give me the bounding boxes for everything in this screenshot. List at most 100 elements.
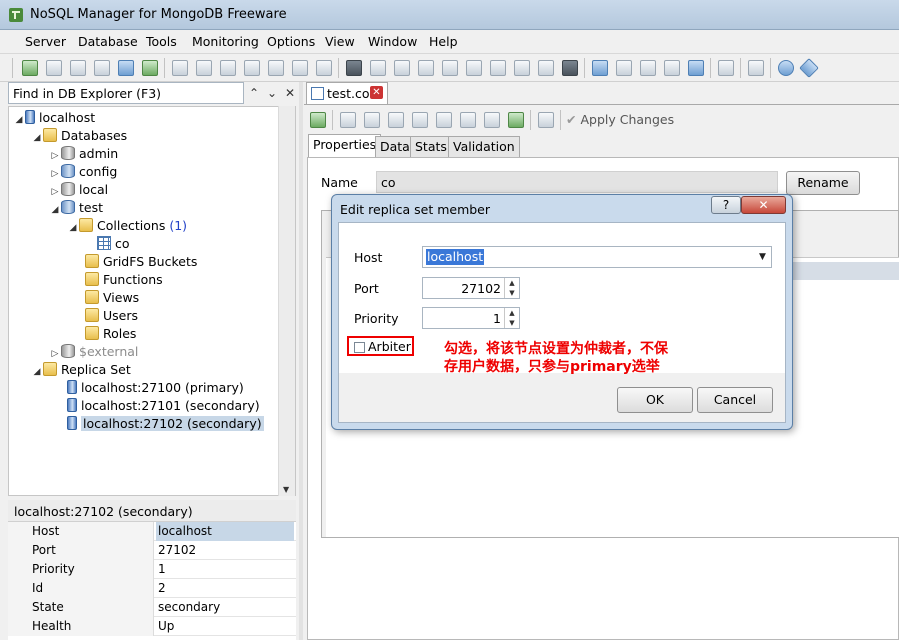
backup-icon[interactable] bbox=[538, 60, 554, 76]
spin-arrows-icon[interactable]: ▲ ▼ bbox=[504, 278, 519, 298]
name-field[interactable]: co bbox=[376, 171, 778, 193]
tree-item-views[interactable]: Views bbox=[73, 289, 139, 307]
tab-data[interactable]: Data bbox=[375, 136, 415, 158]
menu-tools[interactable]: Tools bbox=[144, 34, 179, 49]
ok-button[interactable]: OK bbox=[617, 387, 693, 413]
gear-icon[interactable] bbox=[538, 112, 554, 128]
move-icon[interactable] bbox=[484, 112, 500, 128]
connect-icon[interactable] bbox=[94, 60, 110, 76]
tab-properties[interactable]: Properties bbox=[308, 134, 382, 158]
menu-view[interactable]: View bbox=[323, 34, 357, 49]
find-close-button[interactable]: ✕ bbox=[282, 84, 298, 102]
menu-options[interactable]: Options bbox=[265, 34, 317, 49]
collapse-icon[interactable]: ◢ bbox=[31, 363, 43, 381]
tree-scrollbar[interactable]: ▼ bbox=[278, 106, 295, 496]
shell-icon[interactable] bbox=[346, 60, 362, 76]
property-row[interactable]: Health Up bbox=[8, 617, 296, 636]
tree-item-roles[interactable]: Roles bbox=[73, 325, 136, 343]
port-spinner[interactable]: 27102 ▲ ▼ bbox=[422, 277, 520, 299]
delete-document-icon[interactable] bbox=[388, 112, 404, 128]
sql-query-icon[interactable] bbox=[394, 60, 410, 76]
tree-item-functions[interactable]: Functions bbox=[73, 271, 163, 289]
http-icon[interactable] bbox=[688, 60, 704, 76]
tree-item-member-27102[interactable]: localhost:27102 (secondary) bbox=[55, 415, 264, 433]
script-icon[interactable] bbox=[370, 60, 386, 76]
find-up-button[interactable]: ⌃ bbox=[246, 84, 262, 102]
menu-database[interactable]: Database bbox=[76, 34, 140, 49]
long-query-icon[interactable] bbox=[418, 60, 434, 76]
create-function-icon[interactable] bbox=[244, 60, 260, 76]
create-collection-icon[interactable] bbox=[196, 60, 212, 76]
collapse-icon[interactable]: ◢ bbox=[67, 219, 79, 237]
tree-item-test[interactable]: ◢ test bbox=[49, 199, 103, 217]
tree-item-gridfs[interactable]: GridFS Buckets bbox=[73, 253, 197, 271]
chart-icon[interactable] bbox=[616, 60, 632, 76]
tree-item-replica-set[interactable]: ◢ Replica Set bbox=[31, 361, 131, 379]
remove-server-icon[interactable] bbox=[70, 60, 86, 76]
menu-help[interactable]: Help bbox=[427, 34, 460, 49]
import-icon[interactable] bbox=[412, 112, 428, 128]
import-icon[interactable] bbox=[466, 60, 482, 76]
tree-item-databases[interactable]: ◢ Databases bbox=[31, 127, 127, 145]
collapse-icon[interactable]: ◢ bbox=[49, 201, 61, 219]
apply-changes-button[interactable]: ✔ Apply Changes bbox=[566, 112, 674, 127]
tree-item-admin[interactable]: ▷ admin bbox=[49, 145, 118, 163]
menu-server[interactable]: Server bbox=[23, 34, 68, 49]
tree-item-server[interactable]: ◢ localhost bbox=[13, 109, 95, 127]
property-row[interactable]: Id 2 bbox=[8, 579, 296, 598]
close-button[interactable]: ✕ bbox=[741, 196, 786, 214]
add-document-icon[interactable] bbox=[340, 112, 356, 128]
property-row[interactable]: Priority 1 bbox=[8, 560, 296, 579]
collapse-icon[interactable]: ◢ bbox=[13, 111, 25, 129]
menu-window[interactable]: Window bbox=[366, 34, 419, 49]
find-down-button[interactable]: ⌄ bbox=[264, 84, 280, 102]
tree-item-member-27101[interactable]: localhost:27101 (secondary) bbox=[55, 397, 260, 415]
host-combobox[interactable]: localhost ▼ bbox=[422, 246, 772, 268]
cancel-button[interactable]: Cancel bbox=[697, 387, 773, 413]
window-icon[interactable] bbox=[748, 60, 764, 76]
help-button[interactable]: ? bbox=[711, 196, 741, 214]
property-row[interactable]: Port 27102 bbox=[8, 541, 296, 560]
create-role-icon[interactable] bbox=[316, 60, 332, 76]
tab-stats[interactable]: Stats bbox=[410, 136, 452, 158]
tab-validation[interactable]: Validation bbox=[448, 136, 520, 158]
add-server-icon[interactable] bbox=[22, 60, 38, 76]
property-row[interactable]: Host localhost bbox=[8, 522, 296, 541]
create-database-icon[interactable] bbox=[172, 60, 188, 76]
rename-button[interactable]: Rename bbox=[786, 171, 860, 195]
monitor-icon[interactable] bbox=[592, 60, 608, 76]
spin-arrows-icon[interactable]: ▲ ▼ bbox=[504, 308, 519, 328]
profiler-icon[interactable] bbox=[442, 60, 458, 76]
about-icon[interactable] bbox=[799, 58, 819, 78]
tree-item-collections[interactable]: ◢ Collections (1) bbox=[67, 217, 187, 235]
create-view-icon[interactable] bbox=[268, 60, 284, 76]
edit-server-icon[interactable] bbox=[46, 60, 62, 76]
refresh-icon[interactable] bbox=[142, 60, 158, 76]
menu-monitoring[interactable]: Monitoring bbox=[190, 34, 261, 49]
console-icon[interactable] bbox=[664, 60, 680, 76]
export-icon[interactable] bbox=[490, 60, 506, 76]
chevron-down-icon[interactable]: ▼ bbox=[754, 247, 771, 267]
create-index-icon[interactable] bbox=[220, 60, 236, 76]
tree-item-users[interactable]: Users bbox=[73, 307, 138, 325]
arbiter-checkbox[interactable]: Arbiter bbox=[347, 336, 414, 356]
tree-item-member-27100[interactable]: localhost:27100 (primary) bbox=[55, 379, 244, 397]
refresh-icon[interactable] bbox=[310, 112, 326, 128]
find-in-explorer-input[interactable]: Find in DB Explorer (F3) bbox=[8, 82, 244, 104]
export-icon[interactable] bbox=[436, 112, 452, 128]
create-user-icon[interactable] bbox=[292, 60, 308, 76]
disconnect-icon[interactable] bbox=[118, 60, 134, 76]
server-status-icon[interactable] bbox=[640, 60, 656, 76]
gear-icon[interactable] bbox=[718, 60, 734, 76]
tree-item-config[interactable]: ▷ config bbox=[49, 163, 117, 181]
restore-icon[interactable] bbox=[562, 60, 578, 76]
tab-test-co[interactable]: test.co ✕ bbox=[306, 82, 388, 104]
priority-spinner[interactable]: 1 ▲ ▼ bbox=[422, 307, 520, 329]
edit-document-icon[interactable] bbox=[364, 112, 380, 128]
help-icon[interactable] bbox=[778, 60, 794, 76]
close-tab-icon[interactable]: ✕ bbox=[370, 86, 383, 99]
tree-item-local[interactable]: ▷ local bbox=[49, 181, 108, 199]
tree-item-co[interactable]: co bbox=[85, 235, 130, 253]
tree-item-external[interactable]: ▷ $external bbox=[49, 343, 138, 361]
property-row[interactable]: State secondary bbox=[8, 598, 296, 617]
